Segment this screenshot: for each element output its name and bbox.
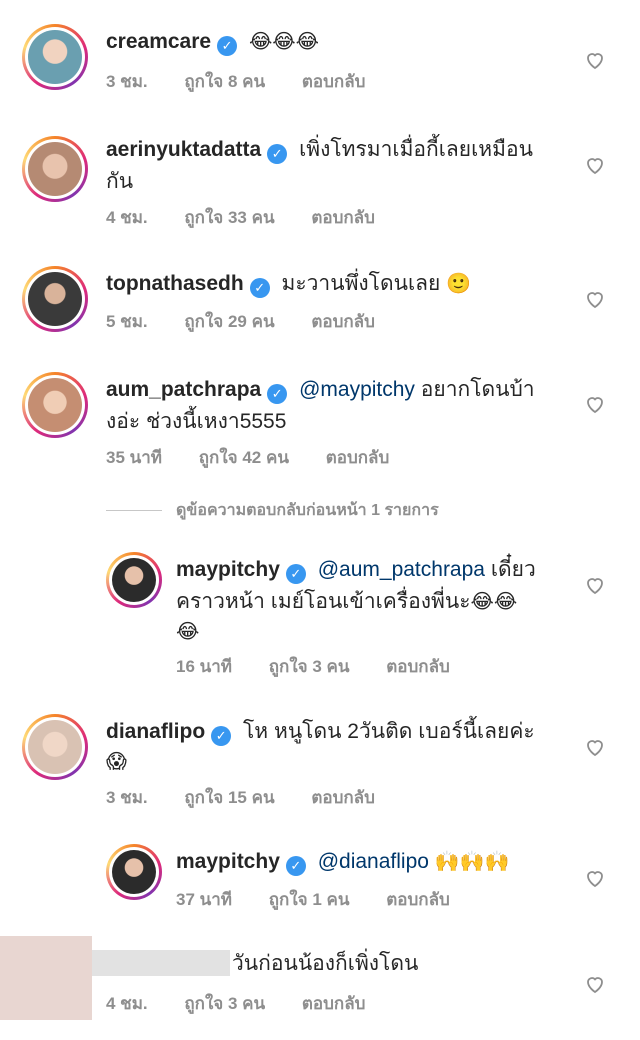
comment-text: มะวานพึ่งโดนเลย bbox=[281, 272, 441, 295]
avatar[interactable] bbox=[22, 372, 88, 438]
comment-emoji: 😱 bbox=[106, 751, 127, 773]
avatar[interactable] bbox=[22, 136, 88, 202]
reply-button[interactable]: ตอบกลับ bbox=[311, 312, 375, 331]
username[interactable]: topnathasedh bbox=[106, 272, 244, 295]
avatar[interactable] bbox=[106, 552, 162, 608]
like-count[interactable]: ถูกใจ 29 คน bbox=[184, 312, 274, 331]
comment-text: อยากโดนบ้า bbox=[420, 378, 535, 401]
like-count[interactable]: ถูกใจ 15 คน bbox=[184, 788, 274, 807]
comment-time: 35 นาที bbox=[106, 448, 163, 467]
like-count[interactable]: ถูกใจ 8 คน bbox=[184, 72, 265, 91]
heart-icon[interactable] bbox=[583, 866, 607, 890]
comment-text: วันก่อนน้องก็เพิ่งโดน bbox=[232, 952, 419, 975]
comment-time: 3 ชม. bbox=[106, 788, 148, 807]
verified-badge-icon: ✓ bbox=[267, 144, 288, 164]
username[interactable]: aerinyuktadatta bbox=[106, 138, 261, 161]
heart-icon[interactable] bbox=[583, 735, 607, 759]
verified-badge-icon: ✓ bbox=[211, 726, 232, 746]
heart-icon[interactable] bbox=[583, 972, 607, 996]
reply-button[interactable]: ตอบกลับ bbox=[326, 448, 390, 467]
view-previous-replies[interactable]: ดูข้อความตอบกลับก่อนหน้า 1 รายการ bbox=[106, 498, 439, 523]
comment-emoji: 😂😂😂 bbox=[248, 31, 320, 53]
comment-text: เพิ่งโทรมาเมื่อกี้เลยเหมือน bbox=[299, 138, 533, 161]
comment-text-continued: คราวหน้า เมย์โอนเข้าเครื่องพี่นะ bbox=[176, 590, 471, 613]
reply-button[interactable]: ตอบกลับ bbox=[302, 994, 366, 1013]
comment-text-continued: กัน bbox=[106, 170, 134, 193]
like-count[interactable]: ถูกใจ 42 คน bbox=[199, 448, 289, 467]
comment-emoji: 🙌🙌🙌 bbox=[434, 851, 510, 873]
like-count[interactable]: ถูกใจ 33 คน bbox=[184, 208, 274, 227]
username[interactable]: dianaflipo bbox=[106, 720, 205, 743]
comment-time: 16 นาที bbox=[176, 657, 233, 676]
verified-badge-icon: ✓ bbox=[285, 564, 306, 584]
blurred-username bbox=[92, 950, 230, 976]
reply-button[interactable]: ตอบกลับ bbox=[302, 72, 366, 91]
view-previous-replies-label[interactable]: ดูข้อความตอบกลับก่อนหน้า 1 รายการ bbox=[176, 498, 439, 523]
comment-text: เดี๋ยว bbox=[490, 558, 536, 581]
mention-link[interactable]: @aum_patchrapa bbox=[318, 558, 485, 581]
username[interactable]: maypitchy bbox=[176, 558, 280, 581]
comment-emoji: 😂 bbox=[176, 621, 200, 643]
avatar[interactable] bbox=[106, 844, 162, 900]
heart-icon[interactable] bbox=[583, 573, 607, 597]
verified-badge-icon: ✓ bbox=[249, 278, 270, 298]
avatar[interactable] bbox=[22, 24, 88, 90]
comment-emoji: 🙂 bbox=[446, 273, 472, 295]
like-count[interactable]: ถูกใจ 3 คน bbox=[184, 994, 265, 1013]
heart-icon[interactable] bbox=[583, 153, 607, 177]
comment-time: 5 ชม. bbox=[106, 312, 148, 331]
mention-link[interactable]: @maypitchy bbox=[299, 378, 415, 401]
verified-badge-icon: ✓ bbox=[285, 856, 306, 876]
heart-icon[interactable] bbox=[583, 287, 607, 311]
avatar[interactable] bbox=[22, 714, 88, 780]
reply-button[interactable]: ตอบกลับ bbox=[386, 890, 450, 909]
reply-button[interactable]: ตอบกลับ bbox=[311, 788, 375, 807]
comment-emoji: 😂😂 bbox=[470, 591, 518, 613]
divider bbox=[106, 510, 162, 511]
heart-icon[interactable] bbox=[583, 392, 607, 416]
comment-text: โห หนูโดน 2วันติด เบอร์นี้เลยค่ะ bbox=[243, 720, 535, 743]
username[interactable]: aum_patchrapa bbox=[106, 378, 261, 401]
username[interactable]: creamcare bbox=[106, 30, 211, 53]
mention-link[interactable]: @dianaflipo bbox=[318, 850, 429, 873]
comment-text-continued: งอ่ะ ช่วงนี้เหงา5555 bbox=[106, 410, 287, 433]
heart-icon[interactable] bbox=[583, 48, 607, 72]
comment-time: 3 ชม. bbox=[106, 72, 148, 91]
like-count[interactable]: ถูกใจ 1 คน bbox=[269, 890, 350, 909]
reply-button[interactable]: ตอบกลับ bbox=[386, 657, 450, 676]
avatar[interactable] bbox=[22, 266, 88, 332]
comment-time: 37 นาที bbox=[176, 890, 233, 909]
like-count[interactable]: ถูกใจ 3 คน bbox=[269, 657, 350, 676]
username[interactable]: maypitchy bbox=[176, 850, 280, 873]
comment-time: 4 ชม. bbox=[106, 208, 148, 227]
verified-badge-icon: ✓ bbox=[217, 36, 238, 56]
verified-badge-icon: ✓ bbox=[267, 384, 288, 404]
blurred-avatar bbox=[0, 936, 92, 1020]
reply-button[interactable]: ตอบกลับ bbox=[311, 208, 375, 227]
comment-time: 4 ชม. bbox=[106, 994, 148, 1013]
